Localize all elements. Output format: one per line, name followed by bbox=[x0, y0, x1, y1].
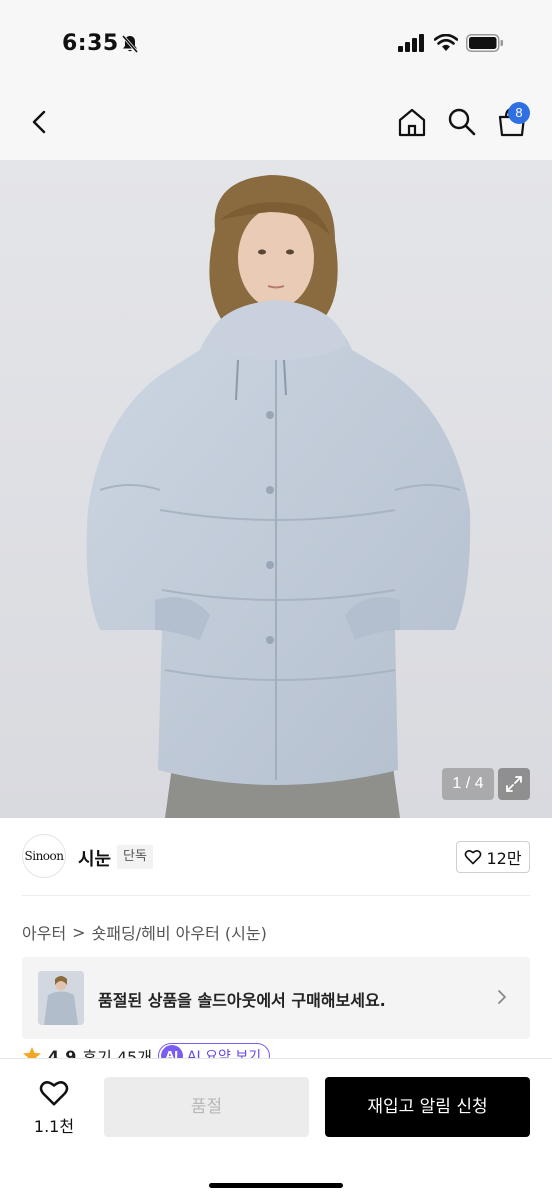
bell-off-icon bbox=[121, 35, 139, 53]
exclusive-badge: 단독 bbox=[117, 845, 153, 869]
expand-icon[interactable] bbox=[498, 768, 530, 800]
product-image[interactable] bbox=[0, 160, 552, 818]
image-counter: 1 / 4 bbox=[442, 768, 494, 800]
brand-name[interactable]: 시눈 bbox=[78, 845, 111, 871]
restock-alert-button[interactable]: 재입고 알림 신청 bbox=[325, 1077, 530, 1137]
breadcrumb-category[interactable]: 아우터 bbox=[22, 920, 66, 944]
soldout-button: 품절 bbox=[104, 1077, 309, 1137]
brand-logo[interactable]: Sinoon bbox=[22, 834, 66, 878]
divider bbox=[22, 895, 530, 896]
chevron-right-icon bbox=[498, 990, 506, 1004]
cellular-signal-icon bbox=[398, 34, 424, 52]
breadcrumb: 아우터 > 숏패딩/헤비 아우터 (시눈) bbox=[22, 920, 267, 944]
product-photo bbox=[0, 160, 552, 818]
soldout-banner[interactable]: 품절된 상품을 솔드아웃에서 구매해보세요. bbox=[22, 957, 530, 1039]
status-time: 6:35 bbox=[62, 31, 119, 56]
wifi-icon bbox=[434, 34, 458, 51]
heart-icon bbox=[465, 850, 482, 865]
breadcrumb-subcategory[interactable]: 숏패딩/헤비 아우터 (시눈) bbox=[92, 920, 267, 944]
cart-count-badge: 8 bbox=[508, 102, 530, 124]
banner-text: 품절된 상품을 솔드아웃에서 구매해보세요. bbox=[98, 991, 386, 1010]
heart-icon bbox=[39, 1081, 69, 1106]
home-icon[interactable] bbox=[394, 104, 430, 140]
home-indicator bbox=[209, 1183, 343, 1188]
wishlist-count: 1.1천 bbox=[33, 1117, 75, 1136]
nav-bar bbox=[0, 90, 552, 160]
status-indicators bbox=[398, 34, 504, 52]
bottom-action-bar: 1.1천 품절 재입고 알림 신청 bbox=[0, 1058, 552, 1200]
wishlist-button[interactable]: 1.1천 bbox=[22, 1077, 86, 1137]
back-arrow-icon[interactable] bbox=[22, 104, 58, 140]
battery-icon bbox=[466, 34, 503, 52]
search-icon[interactable] bbox=[444, 104, 480, 140]
banner-thumbnail bbox=[38, 971, 84, 1025]
brand-like-button[interactable]: 12만 bbox=[456, 841, 530, 873]
breadcrumb-separator: > bbox=[72, 922, 86, 942]
status-bar: 6:35 bbox=[0, 0, 552, 90]
brand-like-count: 12만 bbox=[486, 849, 522, 868]
